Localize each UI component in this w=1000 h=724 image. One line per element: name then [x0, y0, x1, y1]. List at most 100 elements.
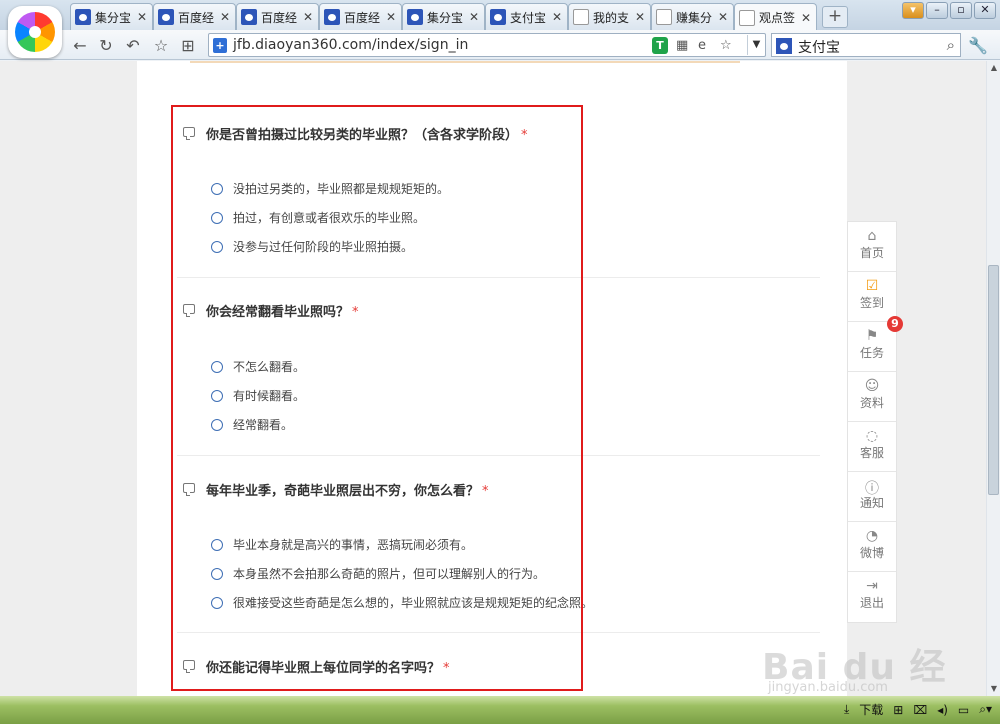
url-text[interactable]: jfb.diaoyan360.com/index/sign_in	[233, 37, 468, 53]
wrench-menu-icon[interactable]: 🔧	[968, 36, 988, 55]
zoom-icon[interactable]: ⌕▾	[979, 702, 992, 717]
add-icon[interactable]: ⊞	[893, 703, 903, 717]
undo-icon[interactable]: ↶	[123, 36, 143, 56]
browser-logo[interactable]	[8, 6, 62, 58]
tab-6[interactable]: 我的支 ✕	[568, 3, 651, 30]
vertical-scrollbar[interactable]: ▲ ▼	[986, 61, 1000, 696]
baidu-paw-icon	[241, 9, 257, 25]
document-icon	[739, 9, 755, 26]
close-icon[interactable]: ✕	[385, 10, 397, 24]
dock-label: 退出	[859, 596, 884, 610]
dock-label: 任务	[859, 346, 884, 360]
close-icon[interactable]: ✕	[634, 10, 646, 24]
dock-checkin[interactable]: ☑ 签到	[848, 272, 896, 322]
star-icon[interactable]: ☆	[151, 36, 171, 56]
top-divider	[190, 61, 740, 63]
close-icon[interactable]: ✕	[468, 10, 480, 24]
scroll-up-arrow-icon[interactable]: ▲	[987, 61, 1000, 75]
close-icon[interactable]: ✕	[136, 10, 148, 24]
close-icon[interactable]: ✕	[800, 11, 812, 25]
sound-icon[interactable]: ◂)	[937, 703, 948, 717]
dropdown-icon[interactable]: ▼	[747, 35, 765, 55]
new-tab-button[interactable]: +	[822, 6, 848, 28]
highlight-box	[171, 105, 583, 691]
tab-title: 百度经	[344, 10, 381, 25]
screen-icon[interactable]: ▭	[958, 703, 969, 717]
scroll-thumb[interactable]	[988, 265, 999, 495]
dock-tasks[interactable]: 9 ⚑ 任务	[848, 316, 903, 372]
weibo-icon: ◔	[865, 528, 879, 544]
toolbar: ← ↻ ↶ ☆ ⊞ + jfb.diaoyan360.com/index/sig…	[0, 30, 1000, 60]
close-icon[interactable]: ✕	[219, 10, 231, 24]
tab-title: 百度经	[261, 10, 298, 25]
dock-label: 签到	[859, 296, 884, 310]
qr-code-icon[interactable]: ▦	[676, 38, 688, 54]
search-text[interactable]: 支付宝	[798, 37, 840, 57]
close-icon[interactable]: ✕	[302, 10, 314, 24]
tab-7[interactable]: 赚集分 ✕	[651, 3, 734, 30]
security-shield-icon: +	[213, 38, 227, 53]
dock-profile[interactable]: ☺ 资料	[848, 372, 896, 422]
ie-mode-icon[interactable]: e	[698, 38, 706, 54]
document-icon	[656, 9, 672, 25]
scroll-down-arrow-icon[interactable]: ▼	[987, 682, 1000, 696]
back-icon[interactable]: ←	[70, 36, 90, 56]
home-icon: ⌂	[867, 228, 877, 244]
dock-notice[interactable]: ⓘ 通知	[848, 472, 896, 522]
skin-button[interactable]: ▾	[902, 2, 924, 19]
dock-label: 通知	[859, 496, 884, 510]
baidu-paw-icon	[75, 9, 91, 25]
baidu-paw-icon	[324, 9, 340, 25]
apps-grid-icon[interactable]: ⊞	[178, 36, 198, 56]
tab-4[interactable]: 集分宝 ✕	[402, 3, 485, 30]
title-bar: 集分宝 ✕ 百度经 ✕ 百度经 ✕ 百度经 ✕ 集分宝 ✕ 支付宝 ✕ 我的支 ✕ 赚集分 ✕ …	[0, 0, 1000, 31]
tab-title: 百度经	[178, 10, 215, 25]
dock-weibo[interactable]: ◔ 微博	[848, 522, 896, 572]
dock-label: 微博	[859, 546, 884, 560]
logout-icon: ⇥	[866, 578, 878, 594]
window-controls: ▾ – ▫ ✕	[902, 2, 996, 19]
download-icon[interactable]: ⤓	[844, 702, 849, 717]
address-bar[interactable]: + jfb.diaoyan360.com/index/sign_in T ▦ e…	[208, 33, 766, 57]
tab-8-active[interactable]: 观点签 ✕	[734, 3, 817, 31]
close-window-button[interactable]: ✕	[974, 2, 996, 19]
clean-icon[interactable]: ⌧	[913, 703, 927, 717]
search-icon[interactable]: ⌕	[947, 36, 955, 54]
dock-label: 客服	[859, 446, 884, 460]
close-icon[interactable]: ✕	[717, 10, 729, 24]
tab-title: 支付宝	[510, 10, 547, 25]
side-dock: ⌂ 首页 ☑ 签到 9 ⚑ 任务 ☺ 资料 ◌ 客服 ⓘ 通知 ◔ 微博 ⇥ 退出	[847, 221, 903, 623]
dock-home[interactable]: ⌂ 首页	[848, 222, 896, 272]
tab-title: 集分宝	[95, 10, 132, 25]
safe-shield-icon[interactable]: T	[652, 37, 668, 54]
tab-1[interactable]: 百度经 ✕	[153, 3, 236, 30]
tab-title: 集分宝	[427, 10, 464, 25]
logo-icon	[15, 12, 55, 52]
user-icon: ☺	[864, 378, 880, 394]
page-viewport: 你是否曾拍摄过比较另类的毕业照？（含各求学阶段） * 没拍过另类的，毕业照都是规规…	[0, 61, 986, 696]
search-box[interactable]: 支付宝 ⌕	[771, 33, 961, 57]
tab-title: 赚集分	[676, 10, 713, 25]
tab-3[interactable]: 百度经 ✕	[319, 3, 402, 30]
baidu-paw-icon	[776, 38, 792, 54]
tab-5[interactable]: 支付宝 ✕	[485, 3, 568, 30]
tab-2[interactable]: 百度经 ✕	[236, 3, 319, 30]
status-bar: ⤓ 下载 ⊞ ⌧ ◂) ▭ ⌕▾	[0, 696, 1000, 724]
dock-label: 资料	[859, 396, 884, 410]
task-count-badge: 9	[887, 316, 903, 332]
favorite-star-icon[interactable]: ☆	[720, 38, 732, 54]
baidu-paw-icon	[490, 9, 506, 25]
chat-icon: ◌	[865, 428, 879, 444]
dock-logout[interactable]: ⇥ 退出	[848, 572, 896, 622]
download-label[interactable]: 下载	[859, 701, 883, 718]
tab-0[interactable]: 集分宝 ✕	[70, 3, 153, 30]
dock-support[interactable]: ◌ 客服	[848, 422, 896, 472]
baidu-paw-icon	[158, 9, 174, 25]
close-icon[interactable]: ✕	[551, 10, 563, 24]
baidu-paw-icon	[407, 9, 423, 25]
refresh-icon[interactable]: ↻	[96, 36, 116, 56]
maximize-button[interactable]: ▫	[950, 2, 972, 19]
document-icon	[573, 9, 589, 25]
checkin-icon: ☑	[865, 278, 879, 294]
minimize-button[interactable]: –	[926, 2, 948, 19]
